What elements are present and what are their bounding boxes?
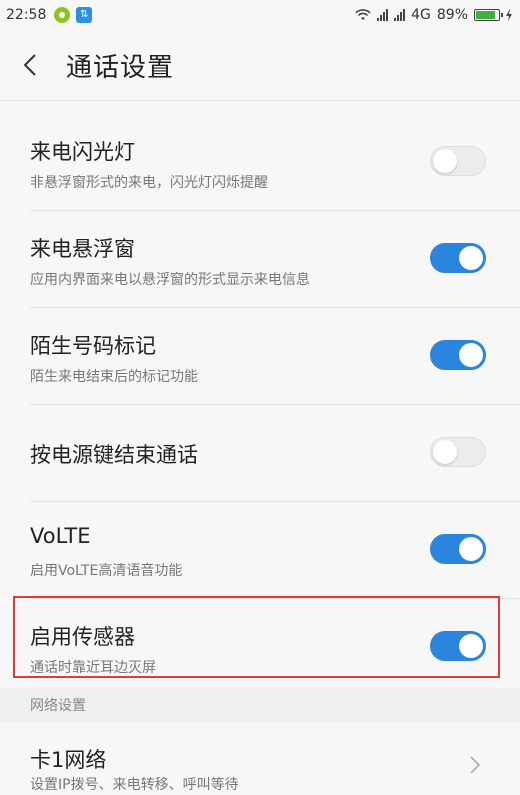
toggle-knob — [459, 537, 483, 561]
signal-sim2-icon — [394, 9, 406, 21]
chevron-right-icon — [470, 756, 480, 774]
setting-sim1-network[interactable]: 卡1网络 设置IP拨号、来电转移、呼叫等待 — [30, 722, 520, 795]
setting-title: 按电源键结束通话 — [30, 443, 198, 467]
app-notification-icon — [54, 7, 71, 23]
flash-alert-toggle[interactable] — [430, 146, 486, 176]
setting-subtitle: 陌生来电结束后的标记功能 — [30, 369, 198, 385]
proximity-sensor-toggle[interactable] — [430, 631, 486, 661]
power-end-call-toggle[interactable] — [430, 437, 486, 467]
setting-proximity-sensor[interactable]: 启用传感器 通话时靠近耳边灭屏 — [30, 599, 520, 695]
toggle-knob — [459, 634, 483, 658]
toggle-knob — [433, 440, 457, 464]
section-header-network: 网络设置 — [0, 688, 520, 722]
setting-title: 来电悬浮窗 — [30, 237, 135, 261]
battery-percent: 89% — [436, 7, 468, 23]
charging-icon — [506, 9, 512, 21]
setting-floating-window[interactable]: 来电悬浮窗 应用内界面来电以悬浮窗的形式显示来电信息 — [30, 211, 520, 308]
status-bar: 22:58 ⇅ 4G 89% — [0, 0, 520, 30]
floating-window-toggle[interactable] — [430, 243, 486, 273]
battery-icon — [474, 9, 503, 21]
setting-flash-alert[interactable]: 来电闪光灯 非悬浮窗形式的来电，闪光灯闪烁提醒 — [30, 114, 520, 211]
setting-subtitle: 非悬浮窗形式的来电，闪光灯闪烁提醒 — [30, 175, 268, 191]
toggle-knob — [459, 343, 483, 367]
setting-subtitle: 启用VoLTE高清语音功能 — [30, 563, 183, 579]
network-type-label: 4G — [411, 7, 431, 23]
setting-title: 启用传感器 — [30, 625, 135, 649]
setting-stranger-mark[interactable]: 陌生号码标记 陌生来电结束后的标记功能 — [30, 308, 520, 405]
page-title: 通话设置 — [66, 52, 175, 83]
setting-title: 来电闪光灯 — [30, 140, 135, 164]
setting-title: VoLTE — [30, 524, 91, 548]
settings-list: 来电闪光灯 非悬浮窗形式的来电，闪光灯闪烁提醒 来电悬浮窗 应用内界面来电以悬浮… — [0, 114, 520, 695]
stranger-mark-toggle[interactable] — [430, 340, 486, 370]
chevron-left-icon — [23, 54, 36, 76]
setting-subtitle: 通话时靠近耳边灭屏 — [30, 660, 156, 676]
setting-title: 陌生号码标记 — [30, 334, 156, 358]
toggle-knob — [433, 149, 457, 173]
setting-power-end-call[interactable]: 按电源键结束通话 — [30, 405, 520, 502]
usb-notification-icon: ⇅ — [76, 7, 93, 23]
volte-toggle[interactable] — [430, 534, 486, 564]
toggle-knob — [459, 246, 483, 270]
setting-subtitle: 设置IP拨号、来电转移、呼叫等待 — [30, 777, 239, 793]
setting-subtitle: 应用内界面来电以悬浮窗的形式显示来电信息 — [30, 272, 310, 288]
setting-title: 卡1网络 — [30, 748, 107, 772]
setting-volte[interactable]: VoLTE 启用VoLTE高清语音功能 — [30, 502, 520, 599]
app-header: 通话设置 — [0, 30, 520, 101]
wifi-icon — [355, 9, 371, 20]
status-time: 22:58 — [6, 7, 47, 23]
back-button[interactable] — [0, 30, 60, 100]
signal-sim1-icon — [377, 9, 389, 21]
